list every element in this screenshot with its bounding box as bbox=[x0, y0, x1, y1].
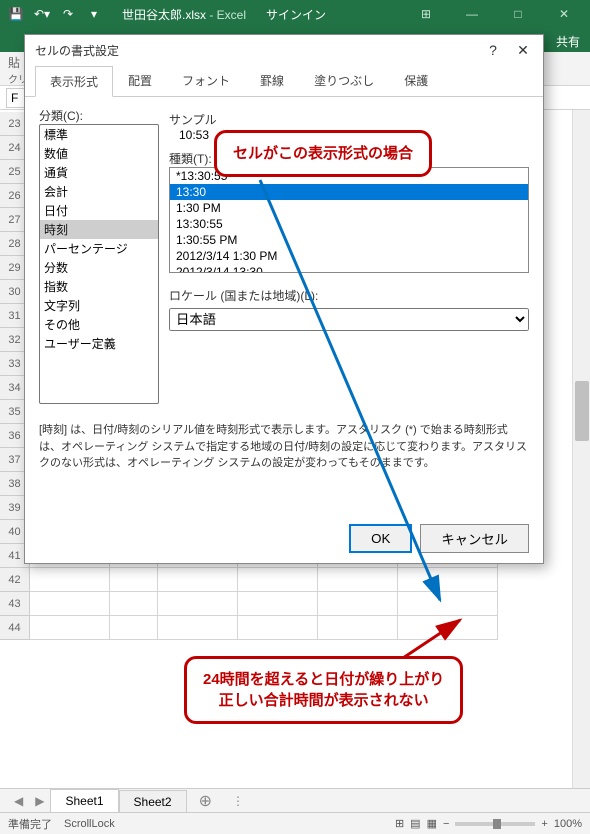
tab-protection[interactable]: 保護 bbox=[389, 65, 443, 96]
list-item[interactable]: 2012/3/14 1:30 PM bbox=[170, 248, 528, 264]
cancel-button[interactable]: キャンセル bbox=[420, 524, 529, 553]
annotation-top: セルがこの表示形式の場合 bbox=[214, 130, 432, 177]
dialog-close-icon[interactable]: ✕ bbox=[513, 42, 533, 59]
view-layout-icon[interactable]: ▤ bbox=[410, 817, 420, 830]
zoom-level[interactable]: 100% bbox=[554, 818, 582, 830]
title-bar: 💾 ↶▾ ↷ ▾ 世田谷太郎.xlsx - Excel サインイン ⊞ — □ … bbox=[0, 0, 590, 28]
sheet-nav-prev-icon[interactable]: ◀ bbox=[8, 794, 29, 808]
category-label: 分類(C): bbox=[39, 109, 83, 123]
tab-alignment[interactable]: 配置 bbox=[113, 65, 167, 96]
ribbon-options-icon[interactable]: ⊞ bbox=[404, 0, 448, 28]
new-sheet-icon[interactable]: ⊕ bbox=[187, 791, 224, 811]
save-icon[interactable]: 💾 bbox=[4, 2, 28, 26]
share-button[interactable]: 共有 bbox=[556, 33, 580, 50]
zoom-slider[interactable] bbox=[455, 822, 535, 826]
qat-customize-icon[interactable]: ▾ bbox=[82, 2, 106, 26]
dialog-title: セルの書式設定 bbox=[35, 42, 119, 59]
status-scrolllock: ScrollLock bbox=[64, 818, 115, 830]
tab-number-format[interactable]: 表示形式 bbox=[35, 66, 113, 97]
list-item[interactable]: 2012/3/14 13:30 bbox=[170, 264, 528, 273]
status-ready: 準備完了 bbox=[8, 816, 52, 832]
sheet-menu-icon[interactable]: ⋮ bbox=[224, 794, 252, 808]
redo-icon[interactable]: ↷ bbox=[56, 2, 80, 26]
sheet-nav-next-icon[interactable]: ▶ bbox=[29, 794, 50, 808]
tab-font[interactable]: フォント bbox=[167, 65, 245, 96]
ok-button[interactable]: OK bbox=[349, 524, 412, 553]
row-header[interactable]: 42 bbox=[0, 568, 29, 592]
locale-select[interactable]: 日本語 bbox=[169, 308, 529, 331]
status-bar: 準備完了 ScrollLock ⊞ ▤ ▦ − + 100% bbox=[0, 812, 590, 834]
tab-border[interactable]: 罫線 bbox=[245, 65, 299, 96]
list-item[interactable]: 1:30:55 PM bbox=[170, 232, 528, 248]
undo-icon[interactable]: ↶▾ bbox=[30, 2, 54, 26]
locale-label: ロケール (国または地域)(L): bbox=[169, 289, 318, 303]
minimize-icon[interactable]: — bbox=[450, 0, 494, 28]
maximize-icon[interactable]: □ bbox=[496, 0, 540, 28]
format-description: [時刻] は、日付/時刻のシリアル値を時刻形式で表示します。アスタリスク (*)… bbox=[25, 414, 543, 480]
view-normal-icon[interactable]: ⊞ bbox=[395, 817, 404, 830]
vertical-scrollbar[interactable] bbox=[572, 110, 590, 788]
sample-value: 10:53 bbox=[169, 128, 209, 142]
row-header[interactable]: 43 bbox=[0, 592, 29, 616]
help-icon[interactable]: ? bbox=[483, 42, 503, 59]
format-cells-dialog: セルの書式設定 ? ✕ 表示形式 配置 フォント 罫線 塗りつぶし 保護 分類(… bbox=[24, 34, 544, 564]
type-listbox[interactable]: *13:30:55 13:30 1:30 PM 13:30:55 1:30:55… bbox=[169, 167, 529, 273]
signin-link[interactable]: サインイン bbox=[266, 6, 326, 23]
tab-fill[interactable]: 塗りつぶし bbox=[299, 65, 389, 96]
row-header[interactable]: 44 bbox=[0, 616, 29, 640]
zoom-out-icon[interactable]: − bbox=[443, 818, 449, 830]
view-pagebreak-icon[interactable]: ▦ bbox=[427, 817, 437, 830]
close-icon[interactable]: ✕ bbox=[542, 0, 586, 28]
dialog-tabs: 表示形式 配置 フォント 罫線 塗りつぶし 保護 bbox=[25, 65, 543, 97]
list-item[interactable]: 13:30 bbox=[170, 184, 528, 200]
category-listbox[interactable]: 標準 数値 通貨 会計 日付 時刻 パーセンテージ 分数 指数 文字列 その他 … bbox=[39, 124, 159, 404]
annotation-bottom: 24時間を超えると日付が繰り上がり 正しい合計時間が表示されない bbox=[184, 656, 463, 724]
zoom-in-icon[interactable]: + bbox=[541, 818, 547, 830]
list-item[interactable]: 1:30 PM bbox=[170, 200, 528, 216]
sheet-tab[interactable]: Sheet2 bbox=[119, 790, 187, 814]
sheet-tab[interactable]: Sheet1 bbox=[50, 789, 118, 814]
window-title: 世田谷太郎.xlsx - Excel bbox=[122, 6, 246, 23]
sheet-tabs: ◀ ▶ Sheet1 Sheet2 ⊕ ⋮ bbox=[0, 788, 590, 812]
sample-label: サンプル bbox=[169, 113, 217, 127]
type-label: 種類(T): bbox=[169, 152, 212, 166]
list-item[interactable]: 13:30:55 bbox=[170, 216, 528, 232]
